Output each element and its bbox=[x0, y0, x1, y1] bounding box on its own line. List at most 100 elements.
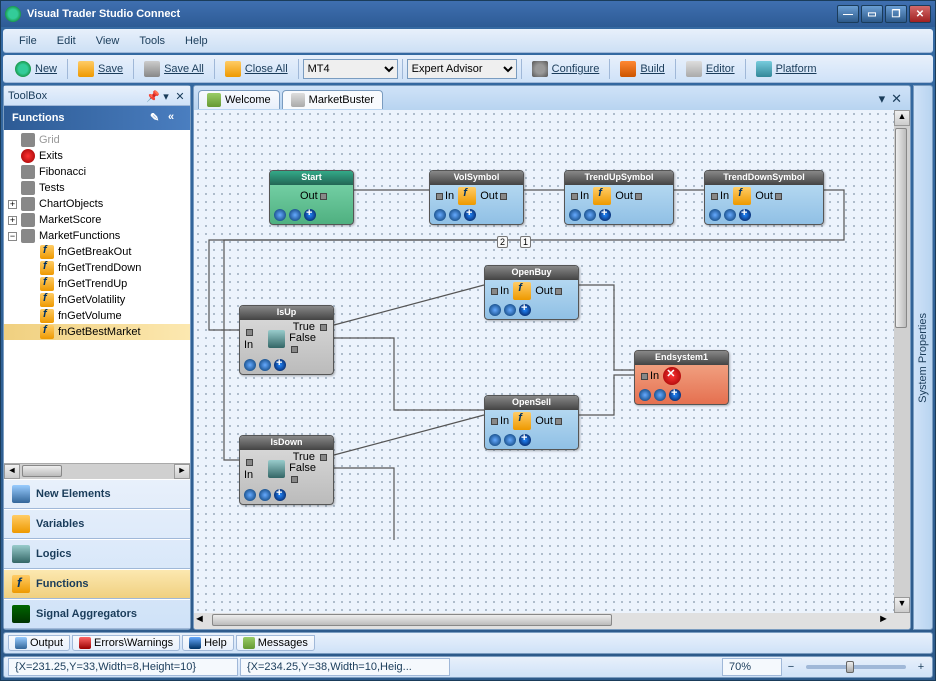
btab-out[interactable]: Output bbox=[8, 635, 70, 651]
tree-item[interactable]: fnGetBestMarket bbox=[4, 324, 190, 340]
i-icon[interactable] bbox=[504, 304, 516, 316]
hscroll-thumb[interactable] bbox=[212, 614, 612, 626]
function-tree[interactable]: GridExitsFibonacciTests+ChartObjects+Mar… bbox=[4, 130, 190, 463]
designer-canvas[interactable]: 1 2 StartOutVolSymbolInOutTrendUpSymbolI… bbox=[194, 110, 894, 613]
toolbox-close-icon[interactable]: ✕ bbox=[174, 90, 186, 102]
tree-item[interactable]: +MarketScore bbox=[4, 212, 190, 228]
tab-welcome[interactable]: Welcome bbox=[198, 90, 280, 109]
category-sig[interactable]: Signal Aggregators bbox=[4, 599, 190, 629]
zoom-in-icon[interactable]: + bbox=[914, 661, 928, 673]
btab-err[interactable]: Errors\Warnings bbox=[72, 635, 180, 651]
plus-icon[interactable] bbox=[464, 209, 476, 221]
restore-button[interactable]: ❐ bbox=[885, 5, 907, 23]
out-port[interactable]: Out bbox=[755, 190, 784, 202]
tree-item[interactable]: Tests bbox=[4, 180, 190, 196]
expand-icon[interactable]: − bbox=[8, 232, 17, 241]
tree-item[interactable]: fnGetTrendUp bbox=[4, 276, 190, 292]
q-icon[interactable] bbox=[489, 304, 501, 316]
plus-icon[interactable] bbox=[274, 489, 286, 501]
hscroll-left-icon[interactable]: ◄ bbox=[194, 613, 210, 629]
node-isdown[interactable]: IsDownInTrue False bbox=[239, 435, 334, 505]
save-button[interactable]: Save bbox=[72, 59, 129, 79]
btab-help[interactable]: Help bbox=[182, 635, 234, 651]
in-port[interactable]: In bbox=[709, 190, 729, 202]
tree-item[interactable]: fnGetVolatility bbox=[4, 292, 190, 308]
category-func[interactable]: Functions bbox=[4, 569, 190, 599]
tree-item[interactable]: fnGetTrendDown bbox=[4, 260, 190, 276]
category-logic[interactable]: Logics bbox=[4, 539, 190, 569]
toolbox-hscroll[interactable]: ◄ ► bbox=[4, 463, 190, 479]
scroll-up-icon[interactable]: ▲ bbox=[894, 110, 910, 126]
in-port[interactable]: In bbox=[489, 285, 509, 297]
menu-help[interactable]: Help bbox=[177, 33, 216, 49]
i-icon[interactable] bbox=[289, 209, 301, 221]
maximize-button[interactable]: ▭ bbox=[861, 5, 883, 23]
tree-item[interactable]: Fibonacci bbox=[4, 164, 190, 180]
tree-item[interactable]: fnGetBreakOut bbox=[4, 244, 190, 260]
btab-msg[interactable]: Messages bbox=[236, 635, 315, 651]
scroll-down-icon[interactable]: ▼ bbox=[894, 597, 910, 613]
in-port[interactable]: In bbox=[244, 457, 264, 481]
zoom-thumb[interactable] bbox=[846, 661, 854, 673]
node-endsystem[interactable]: Endsystem1In bbox=[634, 350, 729, 405]
toolbox-pin-icon[interactable]: 📌 bbox=[146, 90, 158, 102]
zoom-slider[interactable] bbox=[806, 665, 906, 669]
closeall-button[interactable]: Close All bbox=[219, 59, 294, 79]
scroll-left-icon[interactable]: ◄ bbox=[4, 464, 20, 479]
i-icon[interactable] bbox=[584, 209, 596, 221]
scroll-thumb[interactable] bbox=[22, 465, 62, 477]
expand-icon[interactable]: + bbox=[8, 216, 17, 225]
tree-item[interactable]: fnGetVolume bbox=[4, 308, 190, 324]
q-icon[interactable] bbox=[489, 434, 501, 446]
category-var[interactable]: Variables bbox=[4, 509, 190, 539]
q-icon[interactable] bbox=[274, 209, 286, 221]
menu-tools[interactable]: Tools bbox=[131, 33, 173, 49]
in-port[interactable]: In bbox=[569, 190, 589, 202]
q-icon[interactable] bbox=[709, 209, 721, 221]
tab-close-icon[interactable]: ✕ bbox=[891, 91, 902, 107]
hscroll-right-icon[interactable]: ► bbox=[878, 613, 894, 629]
plus-icon[interactable] bbox=[304, 209, 316, 221]
collapse-icon[interactable]: « bbox=[168, 111, 182, 125]
logic-outputs[interactable]: True False bbox=[289, 322, 329, 355]
saveall-button[interactable]: Save All bbox=[138, 59, 210, 79]
node-start[interactable]: StartOut bbox=[269, 170, 354, 225]
plus-icon[interactable] bbox=[669, 389, 681, 401]
in-port[interactable]: In bbox=[434, 190, 454, 202]
build-button[interactable]: Build bbox=[614, 59, 670, 79]
i-icon[interactable] bbox=[504, 434, 516, 446]
tree-item[interactable]: Grid bbox=[4, 132, 190, 148]
node-isup[interactable]: IsUpInTrue False bbox=[239, 305, 334, 375]
clear-icon[interactable]: ✎ bbox=[150, 111, 164, 125]
q-icon[interactable] bbox=[569, 209, 581, 221]
type-select[interactable]: Expert Advisor bbox=[407, 59, 517, 79]
out-port[interactable]: Out bbox=[615, 190, 644, 202]
logic-outputs[interactable]: True False bbox=[289, 452, 329, 485]
plus-icon[interactable] bbox=[519, 304, 531, 316]
i-icon[interactable] bbox=[449, 209, 461, 221]
node-opensell[interactable]: OpenSellInOut bbox=[484, 395, 579, 450]
i-icon[interactable] bbox=[654, 389, 666, 401]
canvas-hscroll[interactable]: ◄ ► bbox=[194, 613, 910, 629]
plus-icon[interactable] bbox=[739, 209, 751, 221]
out-port[interactable]: Out bbox=[480, 190, 509, 202]
toolbox-dropdown-icon[interactable]: ▾ bbox=[160, 90, 172, 102]
plus-icon[interactable] bbox=[599, 209, 611, 221]
target-select[interactable]: MT4 bbox=[303, 59, 398, 79]
vscroll-thumb[interactable] bbox=[895, 128, 907, 328]
tree-item[interactable]: −MarketFunctions bbox=[4, 228, 190, 244]
close-button[interactable]: ✕ bbox=[909, 5, 931, 23]
in-port[interactable]: In bbox=[489, 415, 509, 427]
menu-view[interactable]: View bbox=[88, 33, 128, 49]
node-trenddown[interactable]: TrendDownSymbolInOut bbox=[704, 170, 824, 225]
tab-dropdown-icon[interactable]: ▾ bbox=[879, 91, 886, 107]
system-properties-tab[interactable]: System Properties bbox=[913, 85, 933, 630]
canvas-vscroll[interactable]: ▲ ▼ bbox=[894, 110, 910, 613]
i-icon[interactable] bbox=[259, 359, 271, 371]
category-new[interactable]: New Elements bbox=[4, 479, 190, 509]
new-button[interactable]: New bbox=[9, 59, 63, 79]
tree-item[interactable]: +ChartObjects bbox=[4, 196, 190, 212]
in-port[interactable]: In bbox=[244, 327, 264, 351]
menu-edit[interactable]: Edit bbox=[49, 33, 84, 49]
out-port[interactable]: Out bbox=[535, 415, 564, 427]
